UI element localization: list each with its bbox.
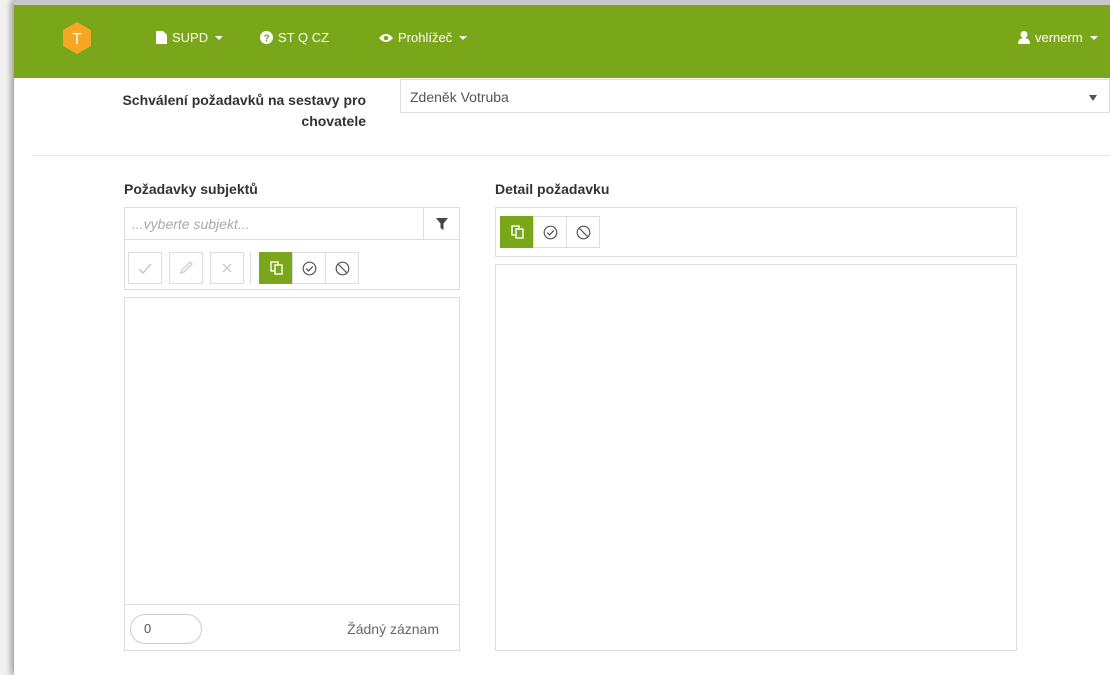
- check-icon: [138, 262, 152, 274]
- approve-button[interactable]: [292, 252, 326, 284]
- copy-icon: [510, 225, 524, 239]
- breeder-select[interactable]: Zdeněk Votruba: [400, 79, 1110, 113]
- question-circle-icon: ?: [260, 31, 273, 44]
- list-footer-divider: [124, 604, 460, 605]
- ban-icon: [335, 261, 349, 275]
- logo-letter: T: [72, 31, 82, 48]
- detail-reject-button[interactable]: [566, 216, 600, 248]
- page-number-input[interactable]: 0: [130, 614, 202, 644]
- chevron-down-icon: [1089, 95, 1097, 101]
- subject-list[interactable]: [124, 297, 460, 651]
- page-title: Schválení požadavků na sestavy pro chova…: [122, 92, 366, 129]
- eye-icon: [379, 33, 393, 42]
- confirm-button[interactable]: [128, 252, 162, 284]
- nav-viewer-menu[interactable]: Prohlížeč: [379, 30, 468, 45]
- check-circle-icon: [302, 261, 316, 275]
- svg-text:?: ?: [263, 34, 269, 45]
- delete-button[interactable]: [210, 252, 244, 284]
- user-icon: [1018, 31, 1030, 44]
- detail-approve-button[interactable]: [533, 216, 567, 248]
- record-status: Žádný záznam: [347, 621, 439, 637]
- chevron-down-icon: [459, 35, 468, 40]
- ban-icon: [576, 225, 590, 239]
- top-navbar: T SUPD ? ST Q CZ Prohlížeč vernerm: [14, 0, 1110, 78]
- reject-button[interactable]: [325, 252, 359, 284]
- chevron-down-icon: [215, 35, 224, 40]
- copy-icon: [269, 261, 283, 275]
- filter-icon: [435, 217, 448, 230]
- toolbar-separator: [250, 252, 251, 284]
- x-icon: [222, 263, 232, 273]
- chevron-down-icon: [1089, 35, 1098, 40]
- detail-copy-button[interactable]: [500, 216, 534, 248]
- nav-viewer-label: Prohlížeč: [398, 30, 453, 45]
- nav-stq-label: ST Q CZ: [278, 30, 330, 45]
- pencil-icon: [179, 261, 193, 275]
- request-detail-area: [495, 264, 1017, 651]
- breeder-select-value: Zdeněk Votruba: [410, 89, 509, 105]
- divider: [32, 155, 1110, 156]
- app-window: T SUPD ? ST Q CZ Prohlížeč vernerm Schvá…: [14, 0, 1110, 675]
- logo-icon[interactable]: T: [60, 21, 94, 55]
- nav-supd-label: SUPD: [172, 30, 209, 45]
- copy-button[interactable]: [259, 252, 293, 284]
- file-icon: [156, 31, 167, 44]
- user-menu[interactable]: vernerm: [1018, 30, 1098, 45]
- left-panel-title: Požadavky subjektů: [124, 181, 258, 197]
- edit-button[interactable]: [169, 252, 203, 284]
- user-name: vernerm: [1035, 30, 1083, 45]
- subject-search-input[interactable]: [124, 207, 424, 240]
- right-panel-title: Detail požadavku: [495, 181, 610, 197]
- nav-stq-link[interactable]: ? ST Q CZ: [260, 30, 329, 45]
- check-circle-icon: [543, 225, 557, 239]
- filter-button[interactable]: [423, 207, 460, 240]
- nav-supd-menu[interactable]: SUPD: [156, 30, 224, 45]
